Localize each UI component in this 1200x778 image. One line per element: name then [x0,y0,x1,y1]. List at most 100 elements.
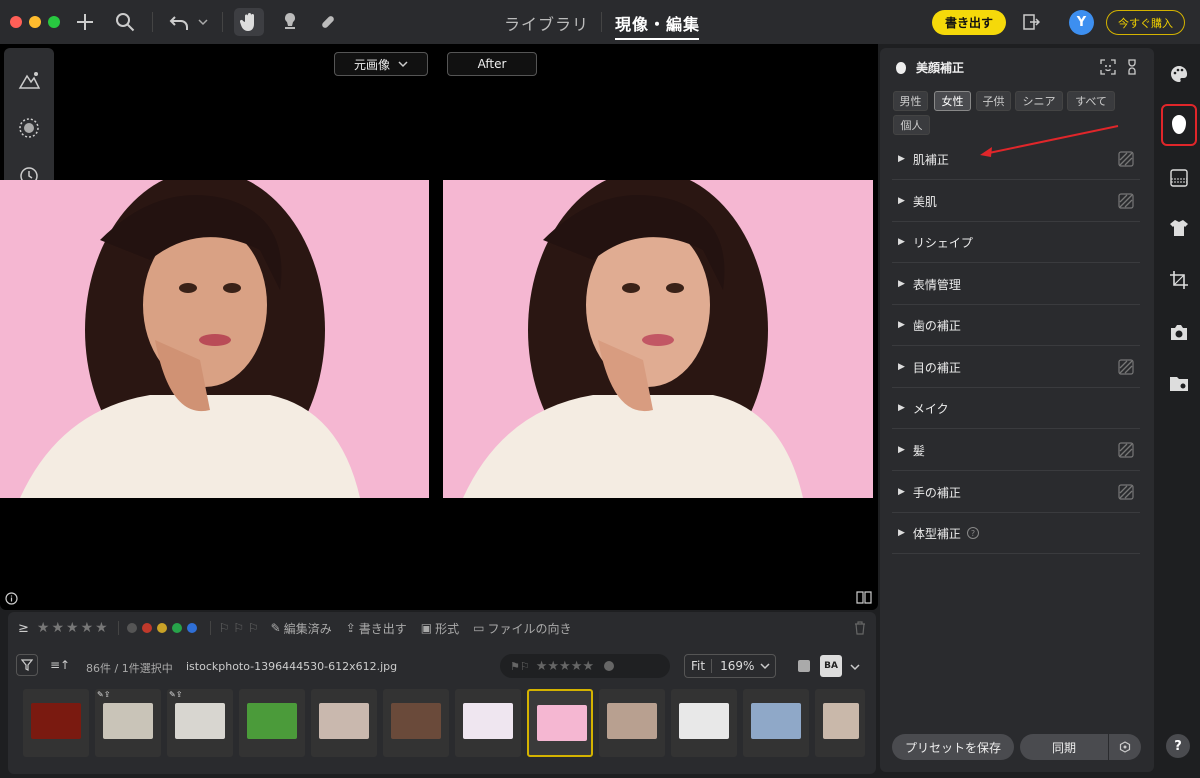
mask-circle-icon[interactable] [17,116,41,140]
face-retouch-icon[interactable] [1166,112,1192,138]
crop-icon[interactable] [1166,267,1192,293]
star-filter-5[interactable]: ★ [95,620,108,636]
zoom-control[interactable]: Fit 169% [684,654,776,678]
bandage-tool-icon[interactable] [316,10,340,34]
edit-brush-icon[interactable] [1118,151,1134,167]
thumbnail[interactable] [383,689,449,757]
color-label-picker[interactable] [604,661,615,671]
section-eyes[interactable]: ▶ 目の補正 [892,347,1140,388]
folder-icon[interactable] [1166,370,1192,396]
export-filter[interactable]: 書き出す [359,620,407,637]
avatar[interactable]: Y [1069,10,1094,35]
section-teeth[interactable]: ▶ 歯の補正 [892,305,1140,346]
thumbnail[interactable] [455,689,521,757]
thumbnail[interactable] [311,689,377,757]
section-expression[interactable]: ▶ 表情管理 [892,264,1140,305]
chip-child[interactable]: 子供 [976,91,1011,111]
thumbnail[interactable]: ✎⇪ [95,689,161,757]
section-beautify-skin[interactable]: ▶ 美肌 [892,181,1140,222]
section-body-shape[interactable]: ▶ 体型補正 ? [892,513,1140,554]
info-icon[interactable] [5,590,18,605]
rating-compare-button[interactable]: ≥ [18,621,29,636]
edit-brush-icon[interactable] [1118,442,1134,458]
color-label-gray[interactable] [126,623,137,633]
star-filter-2[interactable]: ★ [51,620,64,636]
help-circle-icon[interactable]: ? [966,527,979,539]
buy-now-button[interactable]: 今すぐ購入 [1106,10,1185,35]
chip-male[interactable]: 男性 [893,91,928,111]
orientation-filter[interactable]: ファイルの向き [487,620,571,637]
thumbnail[interactable] [743,689,809,757]
color-label-blue[interactable] [186,623,197,633]
sort-icon[interactable]: ≡↑ [50,658,70,672]
flag-filter-icon[interactable]: ⚐ ⚐ ⚐ [219,621,259,635]
thumbnail[interactable]: ✎⇪ [167,689,233,757]
zoom-window-button[interactable] [48,16,60,28]
sync-button[interactable]: 同期 [1020,734,1108,760]
chevron-down-icon[interactable] [850,663,860,671]
edit-brush-icon[interactable] [1118,484,1134,500]
thumbnail[interactable] [23,689,89,757]
before-after-button[interactable]: BA [820,655,842,677]
export-button[interactable]: 書き出す [932,10,1006,35]
section-hair[interactable]: ▶ 髪 [892,430,1140,471]
undo-icon[interactable] [167,10,191,34]
tab-develop[interactable]: 現像・編集 [615,11,700,35]
zoom-level[interactable]: 169% [712,659,754,673]
body-detect-icon[interactable] [1126,59,1138,75]
palette-icon[interactable] [1166,61,1192,87]
section-reshape[interactable]: ▶ リシェイプ [892,222,1140,263]
tab-library[interactable]: ライブラリ [504,11,589,35]
thumbnail[interactable] [815,689,865,757]
color-label-green[interactable] [171,623,182,633]
edit-brush-icon[interactable] [1118,193,1134,209]
rating-stars[interactable]: ★★★★★ [536,659,594,674]
thumbnail[interactable] [599,689,665,757]
thumbnail[interactable] [671,689,737,757]
gradient-icon[interactable] [1166,165,1192,191]
undo-history-chevron-icon[interactable] [196,10,210,34]
edited-filter[interactable]: 編集済み [284,620,332,637]
flag-icon[interactable]: ⚑⚐ [510,660,530,673]
edited-filter-icon[interactable]: ✎ [271,621,281,635]
star-filter-1[interactable]: ★ [37,620,50,636]
color-label-yellow[interactable] [156,623,167,633]
hand-tool-icon[interactable] [234,8,264,36]
star-filter-4[interactable]: ★ [81,620,94,636]
section-skin-correction[interactable]: ▶ 肌補正 [892,139,1140,180]
help-button[interactable]: ? [1166,734,1190,758]
compare-view-icon[interactable] [856,589,872,604]
filter-icon[interactable] [16,654,38,676]
star-filter-3[interactable]: ★ [66,620,79,636]
edit-brush-icon[interactable] [1118,359,1134,375]
section-makeup[interactable]: ▶ メイク [892,388,1140,429]
camera-icon[interactable] [1166,319,1192,345]
minimize-window-button[interactable] [29,16,41,28]
orientation-filter-icon[interactable]: ▭ [473,621,484,635]
sync-settings-icon[interactable] [1109,734,1141,760]
before-select[interactable]: 元画像 [334,52,428,76]
landscape-ai-icon[interactable] [17,68,41,92]
shirt-icon[interactable] [1166,215,1192,241]
chip-female[interactable]: 女性 [934,91,971,111]
face-detect-icon[interactable] [1100,59,1116,75]
share-panel-icon[interactable] [1020,10,1042,34]
chip-all[interactable]: すべて [1067,91,1115,111]
chip-individual[interactable]: 個人 [893,115,930,135]
add-icon[interactable] [74,10,96,34]
section-hands[interactable]: ▶ 手の補正 [892,472,1140,513]
search-icon[interactable] [114,10,136,34]
single-view-icon[interactable] [798,660,810,672]
format-filter-icon[interactable]: ▣ [421,621,432,635]
save-preset-button[interactable]: プリセットを保存 [892,734,1014,760]
format-filter[interactable]: 形式 [435,620,459,637]
chip-senior[interactable]: シニア [1015,91,1063,111]
stamp-tool-icon[interactable] [278,10,302,34]
color-label-red[interactable] [141,623,152,633]
fit-button[interactable]: Fit [685,659,713,673]
thumbnail[interactable] [239,689,305,757]
export-filter-icon[interactable]: ⇪ [346,621,356,635]
trash-icon[interactable] [854,621,866,635]
thumbnail-selected[interactable] [527,689,593,757]
close-window-button[interactable] [10,16,22,28]
